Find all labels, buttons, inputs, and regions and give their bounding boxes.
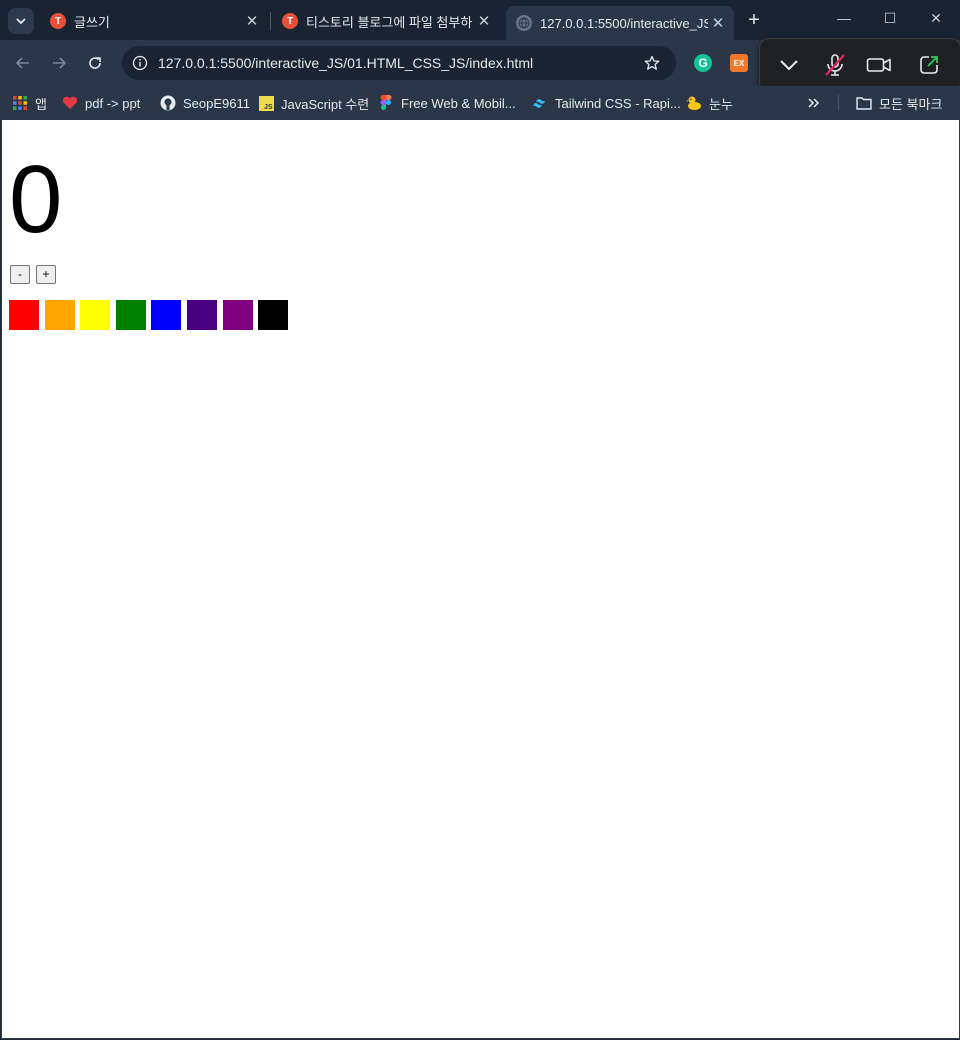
figma-icon: [378, 95, 394, 111]
arrow-left-icon: [15, 57, 29, 69]
bookmark-label: pdf -> ppt: [85, 95, 141, 111]
bookmark-figma[interactable]: Free Web & Mobil...: [378, 92, 516, 114]
share-screen-button[interactable]: [916, 53, 942, 77]
more-bookmarks-button[interactable]: [808, 92, 820, 114]
tab-strip: T 글쓰기 ✕ T 티스토리 블로그에 파일 첨부하 ✕ 127.0.0.1:5…: [0, 0, 960, 40]
tab-title: 티스토리 블로그에 파일 첨부하: [306, 14, 473, 30]
bookmark-label: Free Web & Mobil...: [401, 95, 516, 111]
share-screen-icon: [920, 56, 938, 74]
bookmark-pdf-ppt[interactable]: pdf -> ppt: [62, 92, 140, 114]
chevron-down-icon: [780, 60, 798, 71]
forward-button[interactable]: [48, 52, 70, 74]
maximize-icon[interactable]: ☐: [880, 10, 900, 27]
tailwind-icon: [532, 95, 548, 111]
bookmark-tailwind[interactable]: Tailwind CSS - Rapi...: [532, 92, 681, 114]
tab-tistory-attach[interactable]: T 티스토리 블로그에 파일 첨부하 ✕: [272, 6, 500, 36]
minimize-icon[interactable]: —: [834, 10, 854, 26]
close-window-icon[interactable]: ✕: [926, 10, 946, 27]
back-button[interactable]: [12, 52, 34, 74]
color-swatch-blue[interactable]: [151, 300, 182, 330]
reload-icon: [89, 57, 101, 69]
color-swatch-black[interactable]: [258, 300, 289, 330]
bookmark-noonnu[interactable]: 눈누: [686, 92, 733, 114]
reload-button[interactable]: [84, 52, 106, 74]
tab-search-button[interactable]: [8, 8, 34, 34]
close-icon[interactable]: ✕: [474, 12, 494, 30]
bookmark-github[interactable]: SeopE9611: [160, 92, 250, 114]
js-icon: JS: [258, 95, 274, 111]
all-bookmarks-label: 모든 북마크: [879, 96, 943, 112]
mic-off-icon: [825, 54, 845, 76]
tistory-icon: T: [50, 13, 66, 29]
page-content: 0 - +: [1, 120, 960, 1039]
color-swatch-red[interactable]: [9, 300, 39, 330]
arrow-right-icon: [53, 57, 67, 69]
extension-icon[interactable]: EX: [730, 54, 748, 72]
meeting-overlay: [759, 38, 960, 92]
tab-write[interactable]: T 글쓰기 ✕: [40, 6, 268, 36]
close-icon[interactable]: ✕: [242, 12, 262, 30]
color-swatch-orange[interactable]: [44, 300, 75, 330]
color-swatches: [9, 300, 294, 330]
tab-separator: [270, 12, 271, 30]
bookmark-label: 앱: [35, 96, 47, 112]
increment-button[interactable]: +: [36, 265, 56, 284]
camera-button[interactable]: [866, 53, 892, 77]
close-icon[interactable]: ✕: [708, 14, 728, 32]
bookmark-star-icon[interactable]: [642, 53, 662, 73]
bookmark-label: SeopE9611: [183, 95, 250, 111]
apps-grid-icon: [12, 95, 28, 111]
video-camera-icon: [866, 58, 891, 72]
color-swatch-yellow[interactable]: [80, 300, 111, 330]
color-swatch-purple[interactable]: [222, 300, 253, 330]
bookmarks-divider: [838, 94, 839, 110]
globe-icon: [516, 15, 532, 31]
color-swatch-indigo[interactable]: [186, 300, 217, 330]
site-info-icon[interactable]: [130, 53, 150, 73]
bookmarks-bar: 앱 pdf -> ppt SeopE9611 JS JavaScript 수련 …: [0, 86, 960, 120]
folder-icon: [856, 95, 872, 111]
all-bookmarks-button[interactable]: 모든 북마크: [856, 92, 942, 114]
bookmark-javascript[interactable]: JS JavaScript 수련: [258, 92, 369, 114]
bookmark-label: 눈누: [709, 96, 733, 112]
chevron-down-icon: [16, 18, 26, 25]
tab-title: 127.0.0.1:5500/interactive_JS/0: [540, 15, 708, 31]
double-chevron-right-icon: [808, 98, 820, 108]
tab-localhost[interactable]: 127.0.0.1:5500/interactive_JS/0 ✕: [506, 6, 734, 40]
bookmark-label: Tailwind CSS - Rapi...: [555, 95, 681, 111]
color-swatch-green[interactable]: [115, 300, 146, 330]
bookmark-apps[interactable]: 앱: [12, 92, 47, 114]
address-bar[interactable]: 127.0.0.1:5500/interactive_JS/01.HTML_CS…: [122, 46, 676, 80]
url-text[interactable]: 127.0.0.1:5500/interactive_JS/01.HTML_CS…: [158, 55, 533, 71]
duck-icon: [686, 95, 702, 111]
svg-text:JS: JS: [264, 104, 273, 111]
heart-icon: [62, 95, 78, 111]
decrement-button[interactable]: -: [10, 265, 30, 284]
grammarly-icon[interactable]: G: [694, 54, 712, 72]
collapse-button[interactable]: [776, 53, 802, 77]
tab-title: 글쓰기: [74, 14, 110, 30]
bookmark-label: JavaScript 수련: [281, 96, 370, 112]
github-icon: [160, 95, 176, 111]
new-tab-button[interactable]: +: [744, 9, 764, 32]
mic-off-button[interactable]: [822, 53, 848, 77]
counter-display: 0: [9, 146, 63, 253]
tistory-icon: T: [282, 13, 298, 29]
